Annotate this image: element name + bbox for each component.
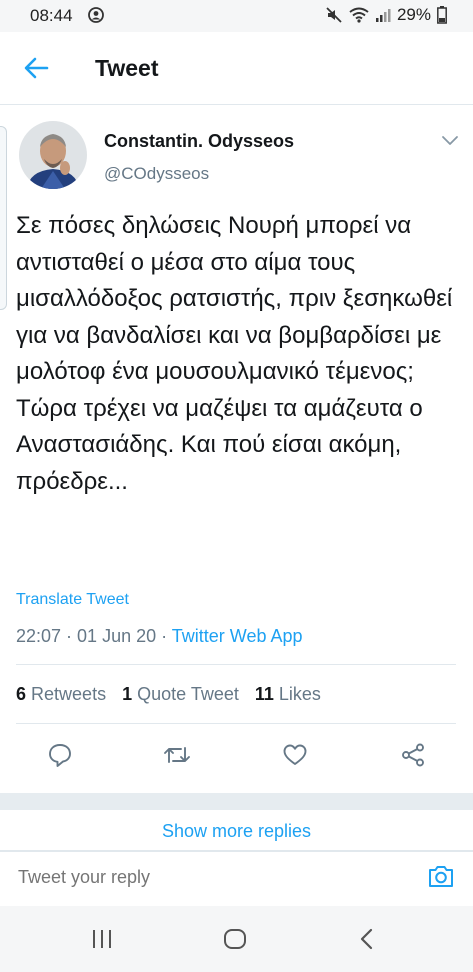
signal-icon <box>375 7 391 23</box>
show-more-replies-link[interactable]: Show more replies <box>0 812 473 851</box>
chevron-down-icon[interactable] <box>441 133 459 147</box>
share-icon[interactable] <box>400 742 426 768</box>
meta-separator: · <box>61 626 78 646</box>
battery-icon <box>437 6 447 24</box>
recent-apps-icon[interactable] <box>89 926 115 952</box>
retweets-label: Retweets <box>31 684 107 704</box>
mute-icon <box>325 6 343 24</box>
tweet-text: Σε πόσες δηλώσεις Νουρή μπορεί να αντιστ… <box>16 212 453 495</box>
section-gap <box>0 793 473 810</box>
battery-percent: 29% <box>396 5 431 24</box>
translate-tweet-link[interactable]: Translate Tweet <box>16 591 129 609</box>
reply-input[interactable] <box>16 866 400 889</box>
tweet-source-link[interactable]: Twitter Web App <box>172 626 303 646</box>
meta-separator: · <box>156 626 172 646</box>
like-heart-icon[interactable] <box>282 742 308 768</box>
system-nav-bar <box>0 906 473 972</box>
status-bar: 08:44 29% <box>0 0 473 32</box>
tweet-time: 22:07 <box>16 626 62 646</box>
back-icon[interactable] <box>355 926 381 952</box>
status-time: 08:44 <box>30 6 73 25</box>
top-bar: Tweet <box>0 32 473 105</box>
tweet-actions <box>0 736 473 776</box>
quote-tweets-stat[interactable]: 1 Quote Tweet <box>122 684 239 705</box>
author-handle[interactable]: @COdysseos <box>104 164 209 184</box>
engagement-stats: 6 Retweets 1 Quote Tweet 11 Likes <box>16 684 321 705</box>
back-arrow-icon[interactable] <box>22 54 50 82</box>
author-name[interactable]: Constantin. Odysseos <box>104 131 294 152</box>
retweets-count: 6 <box>16 684 27 704</box>
quotes-label: Quote Tweet <box>137 684 239 704</box>
home-icon[interactable] <box>222 926 248 952</box>
retweets-stat[interactable]: 6 Retweets <box>16 684 106 705</box>
divider <box>16 723 456 724</box>
divider <box>16 664 456 665</box>
avatar[interactable] <box>19 121 87 189</box>
status-icons: 29% <box>325 5 447 25</box>
reply-icon[interactable] <box>47 742 73 768</box>
tweet-date: 01 Jun 20 <box>77 626 157 646</box>
quotes-count: 1 <box>122 684 133 704</box>
likes-count: 11 <box>254 684 274 704</box>
alarm-icon <box>88 7 104 23</box>
reply-bar <box>0 851 473 902</box>
tweet-meta: 22:07 · 01 Jun 20 · Twitter Web App <box>16 626 303 647</box>
page-title: Tweet <box>95 55 159 81</box>
wifi-icon <box>349 7 369 23</box>
camera-icon[interactable] <box>427 862 455 890</box>
likes-label: Likes <box>278 684 321 704</box>
retweet-icon[interactable] <box>163 742 190 768</box>
likes-stat[interactable]: 11 Likes <box>255 684 321 705</box>
edge-panel-handle[interactable] <box>0 126 7 310</box>
